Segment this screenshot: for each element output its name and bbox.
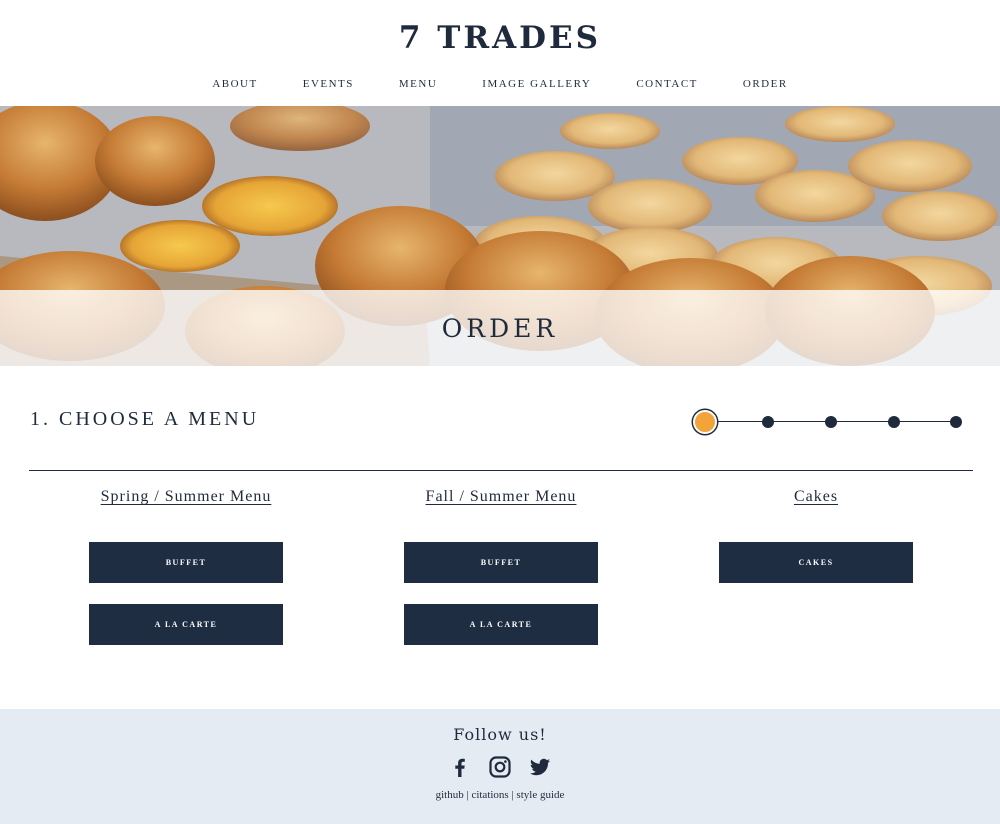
page-title: ORDER: [441, 313, 559, 343]
nav-contact[interactable]: CONTACT: [636, 78, 698, 90]
nav-image-gallery[interactable]: IMAGE GALLERY: [482, 78, 591, 90]
step-title: 1. CHOOSE A MENU: [30, 408, 260, 430]
progress-step-1[interactable]: [693, 410, 717, 434]
social-links: [0, 755, 1000, 779]
instagram-icon[interactable]: [488, 755, 512, 779]
citations-link[interactable]: citations: [471, 789, 508, 801]
fall-a-la-carte-button[interactable]: A LA CARTE: [404, 604, 598, 645]
hero-banner: ORDER: [0, 106, 1000, 366]
menu-column-cakes: Cakes: [666, 488, 966, 506]
menu-options: Spring / Summer Menu BUFFET A LA CARTE F…: [0, 488, 1000, 658]
progress-step-5[interactable]: [950, 416, 962, 428]
facebook-icon[interactable]: [448, 755, 472, 779]
menu-column-fall-summer: Fall / Summer Menu: [351, 488, 651, 506]
nav-events[interactable]: EVENTS: [303, 78, 354, 90]
menu-heading-spring-summer[interactable]: Spring / Summer Menu: [36, 488, 336, 506]
progress-step-2[interactable]: [762, 416, 774, 428]
follow-heading: Follow us!: [453, 725, 547, 744]
section-divider: [29, 470, 973, 471]
menu-heading-fall-summer[interactable]: Fall / Summer Menu: [351, 488, 651, 506]
site-header: 7 TRADES ABOUT EVENTS MENU IMAGE GALLERY…: [0, 0, 1000, 106]
twitter-icon[interactable]: [528, 755, 552, 779]
spring-a-la-carte-button[interactable]: A LA CARTE: [89, 604, 283, 645]
menu-column-spring-summer: Spring / Summer Menu: [36, 488, 336, 506]
nav-order[interactable]: ORDER: [743, 78, 788, 90]
site-footer: Follow us! github | citations | style gu…: [0, 709, 1000, 824]
site-logo[interactable]: 7 TRADES: [0, 20, 1000, 56]
github-link[interactable]: github: [436, 789, 464, 801]
nav-menu[interactable]: MENU: [399, 78, 437, 90]
spring-buffet-button[interactable]: BUFFET: [89, 542, 283, 583]
fall-buffet-button[interactable]: BUFFET: [404, 542, 598, 583]
style-guide-link[interactable]: style guide: [516, 789, 564, 801]
cakes-button[interactable]: CAKES: [719, 542, 913, 583]
progress-step-4[interactable]: [888, 416, 900, 428]
progress-step-3[interactable]: [825, 416, 837, 428]
menu-heading-cakes[interactable]: Cakes: [666, 488, 966, 506]
nav-about[interactable]: ABOUT: [212, 78, 257, 90]
main-nav: ABOUT EVENTS MENU IMAGE GALLERY CONTACT …: [0, 78, 1000, 90]
order-progress-stepper: [693, 410, 973, 434]
hero-title-band: ORDER: [0, 290, 1000, 366]
footer-links: github | citations | style guide: [0, 789, 1000, 801]
